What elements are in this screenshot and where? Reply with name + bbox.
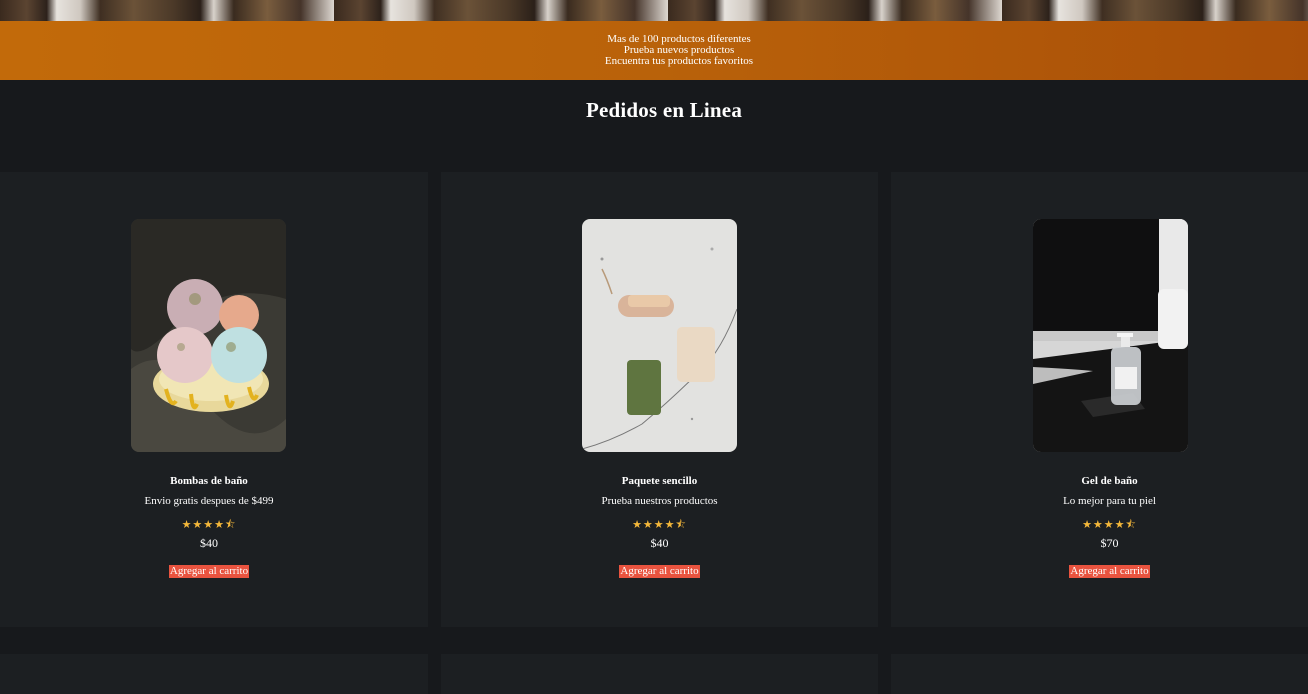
product-description: Lo mejor para tu piel — [1063, 495, 1156, 507]
product-image-bath-bombs — [131, 219, 286, 452]
product-price: $40 — [200, 536, 218, 550]
star-rating-icon: ★★★★⯪ — [632, 519, 687, 531]
product-card: Gel de baño Lo mejor para tu piel ★★★★⯪ … — [891, 172, 1308, 627]
product-price: $70 — [1100, 536, 1119, 550]
product-card — [0, 654, 428, 694]
product-name: Bombas de baño — [170, 475, 248, 487]
product-name: Paquete sencillo — [621, 475, 698, 487]
product-description: Prueba nuestros productos — [601, 495, 718, 507]
product-image-bath-gel — [1033, 219, 1188, 452]
product-name: Gel de baño — [1081, 475, 1138, 487]
header-photo-strip — [0, 0, 1308, 21]
product-card: Bombas de baño Envio gratis despues de $… — [0, 172, 428, 627]
add-to-cart-button[interactable]: Agregar al carrito — [619, 565, 700, 578]
star-rating-icon: ★★★★⯪ — [181, 519, 237, 531]
star-rating-icon: ★★★★⯪ — [1082, 519, 1137, 531]
product-card — [441, 654, 878, 694]
product-card — [891, 654, 1308, 694]
product-card: Paquete sencillo Prueba nuestros product… — [441, 172, 878, 627]
page-title: Pedidos en Linea — [585, 98, 743, 122]
product-image-simple-pack — [582, 219, 737, 452]
add-to-cart-button[interactable]: Agregar al carrito — [1069, 565, 1150, 578]
promo-banner: Mas de 100 productos diferentes Prueba n… — [0, 21, 1308, 80]
add-to-cart-button[interactable]: Agregar al carrito — [168, 565, 250, 578]
promo-line: Encuentra tus productos favoritos — [604, 55, 754, 67]
product-description: Envio gratis despues de $499 — [144, 495, 274, 507]
product-price: $40 — [650, 536, 669, 550]
